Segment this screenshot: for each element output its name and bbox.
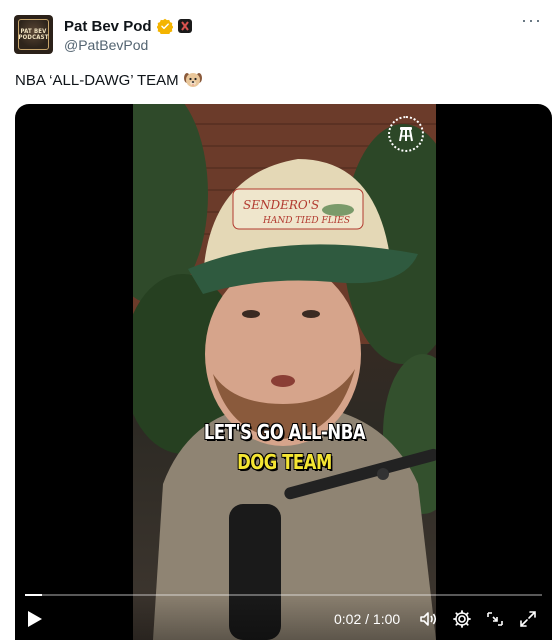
avatar[interactable]: PAT BEV PODCAST	[14, 15, 53, 54]
handle[interactable]: @PatBevPod	[64, 37, 148, 53]
video-still: SENDERO'S HAND TIED FLIES	[133, 104, 436, 640]
video-frame: SENDERO'S HAND TIED FLIES LET'S GO ALL-N…	[133, 104, 436, 640]
author-name-row: Pat Bev Pod	[64, 16, 192, 36]
barstool-logo-icon	[388, 116, 424, 152]
dog-face-icon	[183, 73, 202, 87]
time-display: 0:02 / 1:00	[334, 611, 401, 627]
more-icon[interactable]: ···	[521, 10, 542, 31]
svg-text:SENDERO'S: SENDERO'S	[243, 198, 319, 212]
verified-icon	[156, 18, 173, 34]
volume-icon[interactable]	[418, 609, 438, 629]
pip-icon[interactable]	[485, 609, 505, 629]
progress-bar[interactable]	[25, 594, 542, 596]
video-caption-line1: LET'S GO ALL-NBA	[203, 420, 366, 444]
video-caption-line2: DOG TEAM	[237, 450, 332, 474]
progress-fill	[25, 594, 43, 596]
video-player[interactable]: SENDERO'S HAND TIED FLIES LET'S GO ALL-N…	[15, 104, 552, 640]
settings-icon[interactable]	[452, 609, 472, 629]
tweet-text: NBA ‘ALL-DAWG’ TEAM	[15, 70, 203, 90]
play-icon[interactable]	[27, 610, 43, 628]
display-name[interactable]: Pat Bev Pod	[64, 18, 152, 35]
avatar-text-2: PODCAST	[18, 33, 49, 41]
affiliate-badge-icon[interactable]	[177, 19, 192, 33]
tweet-text-body: NBA ‘ALL-DAWG’ TEAM	[15, 71, 179, 89]
svg-text:HAND TIED FLIES: HAND TIED FLIES	[262, 216, 350, 226]
fullscreen-icon[interactable]	[518, 609, 538, 629]
video-controls: 0:02 / 1:00	[15, 590, 552, 640]
